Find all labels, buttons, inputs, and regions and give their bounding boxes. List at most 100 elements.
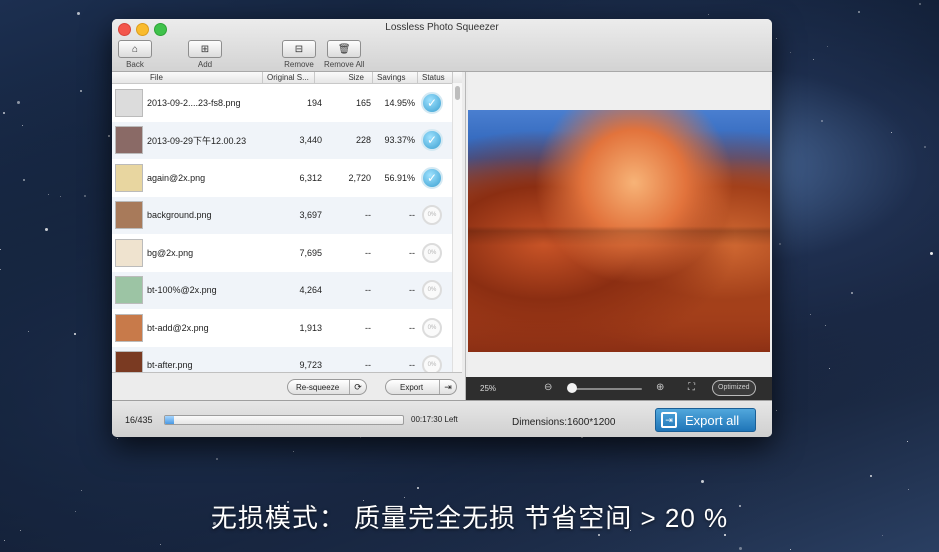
star — [708, 13, 710, 15]
file-thumbnail — [115, 238, 143, 267]
original-size: 6,312 — [299, 172, 322, 183]
optimized-size: -- — [365, 360, 371, 371]
status-cell: 0% — [415, 205, 449, 226]
table-row[interactable]: bt-add@2x.png 1,913 -- -- 0% — [112, 309, 462, 347]
home-icon: ⌂ — [131, 43, 139, 55]
original-size: 3,440 — [299, 135, 322, 146]
table-row[interactable]: again@2x.png 6,312 2,720 56.91% ✓ — [112, 159, 462, 197]
table-row[interactable]: background.png 3,697 -- -- 0% — [112, 196, 462, 234]
pending-progress-icon: 0% — [422, 205, 442, 226]
remove-all-label: Remove All — [324, 60, 365, 69]
table-row[interactable]: 2013-09-29下午12.00.23 3,440 228 93.37% ✓ — [112, 121, 462, 159]
star — [907, 440, 909, 442]
progress-fill — [165, 416, 174, 424]
star — [117, 437, 119, 439]
resqueeze-label: Re-squeeze — [296, 382, 340, 392]
savings-percent: -- — [409, 360, 415, 371]
optimized-size: -- — [365, 247, 371, 258]
fit-to-window-icon[interactable]: ⛶ — [688, 382, 695, 393]
zoom-slider-knob[interactable] — [567, 383, 577, 393]
checkmark-icon: ✓ — [421, 166, 443, 189]
star — [809, 314, 811, 316]
image-dimensions: Dimensions:1600*1200 — [512, 417, 616, 428]
remove-all-button[interactable]: 🗑 Remove All — [324, 40, 364, 69]
optimized-size: 165 — [355, 97, 371, 108]
table-row[interactable]: bt-after.png 9,723 -- -- 0% — [112, 346, 462, 373]
star — [21, 125, 23, 127]
star — [739, 547, 743, 551]
file-thumbnail — [115, 88, 143, 117]
file-thumbnail — [115, 126, 143, 155]
window-title: Lossless Photo Squeezer — [385, 22, 499, 33]
status-cell: 0% — [415, 280, 449, 301]
star — [829, 367, 831, 369]
zoom-out-icon[interactable]: ⊖ — [544, 382, 552, 393]
table-row[interactable]: 2013-09-2....23-fs8.png 194 165 14.95% ✓ — [112, 84, 462, 122]
star — [80, 490, 82, 492]
file-name: 2013-09-2....23-fs8.png — [147, 97, 241, 108]
table-row[interactable]: bt-100%@2x.png 4,264 -- -- 0% — [112, 271, 462, 309]
pending-progress-icon: 0% — [422, 242, 442, 263]
title-bar: Lossless Photo Squeezer ⌂ Back ⊞ Add ⊟ R… — [112, 19, 772, 72]
optimized-toggle[interactable]: Optimized — [712, 380, 756, 396]
star — [789, 51, 791, 53]
status-bar: 16/435 00:17:30 Left Dimensions:1600*120… — [112, 400, 772, 437]
add-button[interactable]: ⊞ Add — [188, 40, 222, 69]
pending-progress-icon: 0% — [422, 280, 442, 301]
column-savings[interactable]: Savings — [373, 72, 418, 83]
optimized-size: -- — [365, 285, 371, 296]
pending-progress-icon: 0% — [422, 317, 442, 338]
savings-percent: -- — [409, 285, 415, 296]
back-button[interactable]: ⌂ Back — [118, 40, 152, 69]
star — [857, 10, 860, 13]
file-name: bt-after.png — [147, 360, 193, 371]
star — [825, 325, 827, 327]
star — [923, 146, 926, 149]
add-label: Add — [197, 60, 213, 69]
status-cell: 0% — [415, 355, 449, 373]
resqueeze-button[interactable]: Re-squeeze ⟳ — [287, 379, 367, 395]
original-size: 4,264 — [299, 285, 322, 296]
column-original-size[interactable]: Original S... — [263, 72, 315, 83]
file-name: bt-100%@2x.png — [147, 285, 217, 296]
zoom-percent: 25% — [480, 384, 497, 393]
export-button[interactable]: Export ⇥ — [385, 379, 457, 395]
savings-percent: -- — [409, 210, 415, 221]
file-thumbnail — [115, 351, 143, 373]
checkmark-icon: ✓ — [421, 129, 443, 152]
savings-percent: -- — [409, 247, 415, 258]
remove-button[interactable]: ⊟ Remove — [282, 40, 316, 69]
remove-image-icon: ⊟ — [294, 43, 304, 55]
column-file[interactable]: File — [112, 72, 263, 83]
file-thumbnail — [115, 201, 143, 230]
status-cell: 0% — [415, 242, 449, 263]
star — [790, 549, 792, 551]
status-cell: ✓ — [415, 129, 449, 152]
savings-percent: -- — [409, 322, 415, 333]
zoom-in-icon[interactable]: ⊕ — [656, 382, 664, 393]
file-name: bg@2x.png — [147, 247, 194, 258]
star — [870, 474, 873, 477]
list-actions: Re-squeeze ⟳ Export ⇥ — [112, 372, 462, 401]
star — [820, 119, 823, 122]
savings-percent: 14.95% — [384, 97, 415, 108]
export-all-icon: ⇥ — [661, 412, 677, 428]
zoom-slider-track[interactable] — [570, 388, 642, 390]
remove-label: Remove — [284, 60, 314, 69]
file-name: background.png — [147, 210, 212, 221]
original-size: 1,913 — [299, 322, 322, 333]
star — [22, 178, 25, 181]
star — [76, 11, 80, 15]
preview-image — [468, 110, 770, 352]
file-name: bt-add@2x.png — [147, 322, 209, 333]
table-row[interactable]: bg@2x.png 7,695 -- -- 0% — [112, 234, 462, 272]
original-size: 194 — [306, 97, 322, 108]
list-scrollbar[interactable] — [452, 83, 462, 372]
column-size[interactable]: Size — [315, 72, 373, 83]
checkmark-icon: ✓ — [421, 91, 443, 114]
star — [3, 540, 5, 542]
star — [775, 410, 777, 412]
export-all-button[interactable]: ⇥ Export all — [655, 408, 756, 432]
refresh-icon: ⟳ — [349, 380, 366, 394]
column-status[interactable]: Status — [418, 72, 453, 83]
